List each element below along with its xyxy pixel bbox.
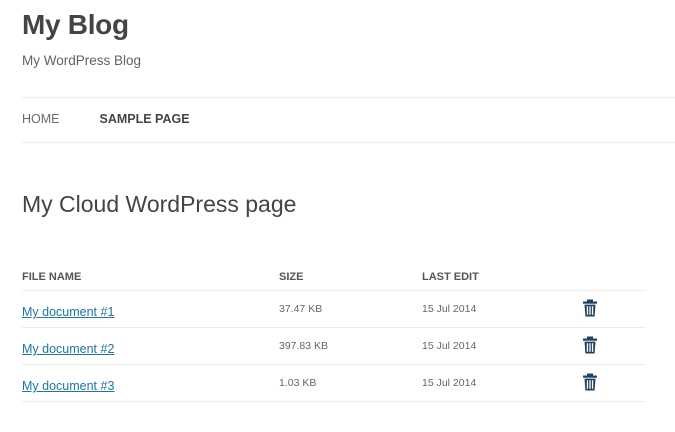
- file-size: 397.83 KB: [279, 340, 329, 352]
- table-row: My document #3 1.03 KB 15 Jul 2014: [22, 365, 646, 402]
- file-size: 1.03 KB: [279, 377, 317, 389]
- page-title: My Cloud WordPress page: [22, 191, 297, 217]
- column-header-file-name: FILE NAME: [22, 271, 82, 283]
- site-description: My WordPress Blog: [22, 53, 142, 68]
- file-link[interactable]: My document #2: [22, 342, 114, 356]
- nav-bottom-divider: [22, 142, 675, 143]
- file-date: 15 Jul 2014: [422, 303, 477, 315]
- file-date: 15 Jul 2014: [422, 377, 477, 389]
- column-header-size: SIZE: [279, 271, 304, 283]
- files-table-header: FILE NAME SIZE LAST EDIT: [22, 264, 646, 291]
- nav-item-sample-page[interactable]: SAMPLE PAGE: [100, 112, 190, 126]
- nav-top-divider: [22, 97, 675, 98]
- files-table: FILE NAME SIZE LAST EDIT My document #1 …: [22, 264, 646, 402]
- main-navigation: HOME SAMPLE PAGE: [22, 112, 230, 126]
- table-row: My document #1 37.47 KB 15 Jul 2014: [22, 291, 646, 328]
- file-link[interactable]: My document #3: [22, 379, 114, 393]
- file-link[interactable]: My document #1: [22, 305, 114, 319]
- column-header-last-edit: LAST EDIT: [422, 271, 479, 283]
- file-date: 15 Jul 2014: [422, 340, 477, 352]
- trash-icon[interactable]: [582, 373, 598, 391]
- nav-item-home[interactable]: HOME: [22, 112, 60, 126]
- file-size: 37.47 KB: [279, 303, 323, 315]
- trash-icon[interactable]: [582, 299, 598, 317]
- site-title[interactable]: My Blog: [22, 9, 129, 41]
- table-row: My document #2 397.83 KB 15 Jul 2014: [22, 328, 646, 365]
- trash-icon[interactable]: [582, 336, 598, 354]
